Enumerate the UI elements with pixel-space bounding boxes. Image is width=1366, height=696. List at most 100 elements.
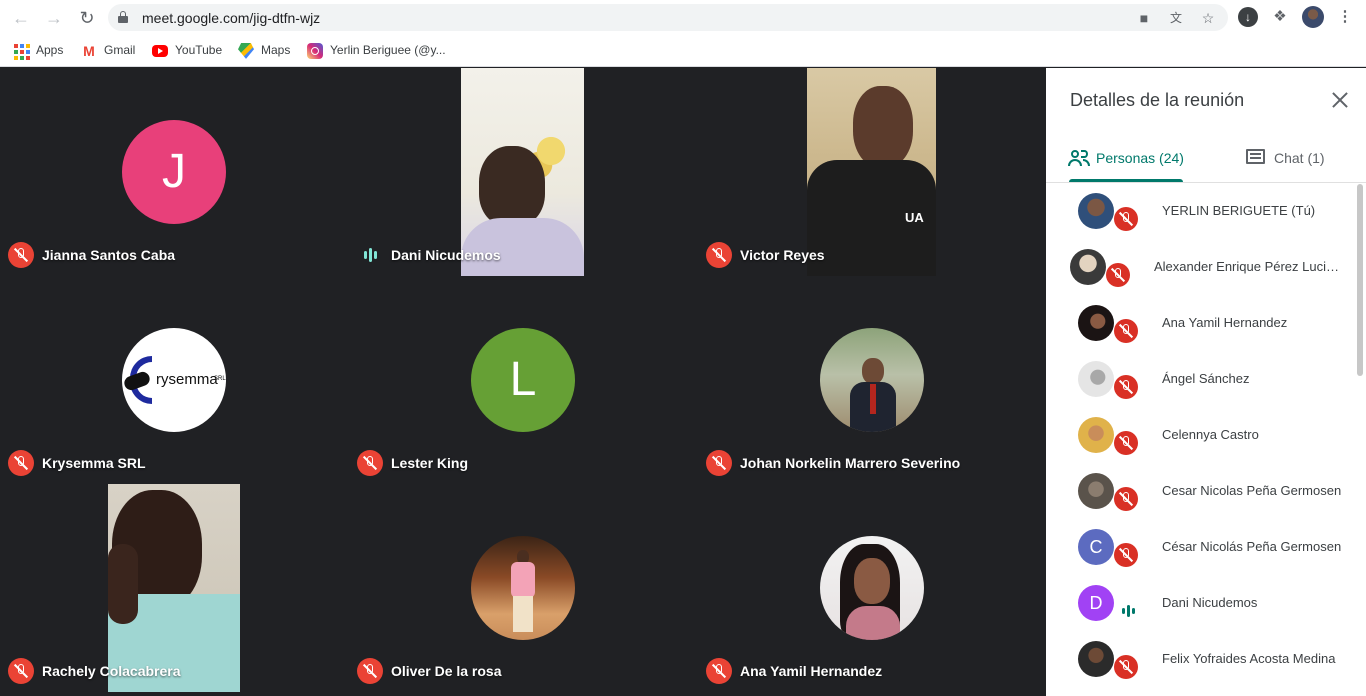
participant-name-row: Oliver De la rosa — [357, 658, 502, 684]
participant-tile[interactable]: UA Victor Reyes — [698, 68, 1046, 276]
participant-name: Cesar Nicolas Peña Germosen — [1162, 483, 1342, 498]
participant-tile[interactable]: J Jianna Santos Caba — [0, 68, 348, 276]
participant-name-row: Victor Reyes — [706, 242, 825, 268]
mic-off-icon — [1114, 431, 1138, 455]
participant-name: Felix Yofraides Acosta Medina — [1162, 651, 1336, 666]
participant-tile[interactable]: Rachely Colacabrera — [0, 484, 348, 692]
participant-name: César Nicolás Peña Germosen — [1162, 539, 1342, 554]
bookmark-apps[interactable]: Apps — [13, 42, 63, 60]
participant-avatar: J — [122, 120, 226, 224]
tab-people[interactable]: Personas (24) — [1068, 146, 1184, 170]
speaking-indicator-icon — [1118, 601, 1138, 621]
forward-arrow-icon[interactable]: → — [43, 7, 65, 29]
star-icon[interactable]: ☆ — [1200, 10, 1216, 26]
bookmark-youtube[interactable]: YouTube — [152, 42, 222, 60]
participant-name: Ana Yamil Hernandez — [740, 663, 883, 679]
participant-video: UA — [807, 68, 936, 276]
participant-avatar — [1078, 361, 1114, 397]
mic-off-icon — [8, 450, 34, 476]
participant-tile[interactable]: L Lester King — [349, 276, 697, 484]
participant-avatar — [471, 536, 575, 640]
reload-icon[interactable]: ↻ — [76, 7, 98, 29]
bookmark-maps[interactable]: Maps — [238, 42, 290, 60]
participant-name: Ana Yamil Hernandez — [1162, 315, 1288, 330]
participant-name: Dani Nicudemos — [391, 247, 501, 263]
list-item[interactable]: Cesar Nicolas Peña Germosen — [1068, 463, 1356, 519]
mic-off-icon — [706, 450, 732, 476]
participant-avatar: rysemma SRL — [122, 328, 226, 432]
tab-chat[interactable]: Chat (1) — [1246, 146, 1325, 170]
bookmarks-bar: Apps M Gmail YouTube Maps Yerlin Beriguee… — [0, 35, 1366, 67]
meeting-grid: J Jianna Santos Caba Dani Nicudemos UA V… — [0, 68, 1046, 696]
youtube-icon — [152, 44, 168, 57]
list-item[interactable]: Ángel Sánchez — [1068, 351, 1356, 407]
instagram-icon — [307, 42, 323, 59]
list-item[interactable]: Celennya Castro — [1068, 407, 1356, 463]
participant-avatar: L — [471, 328, 575, 432]
list-item[interactable]: C César Nicolás Peña Germosen — [1068, 519, 1356, 575]
extensions-puzzle-icon[interactable]: ❖ — [1269, 6, 1291, 28]
list-item[interactable]: YERLIN BERIGUETE (Tú) — [1068, 183, 1356, 239]
participant-name-row: Jianna Santos Caba — [8, 242, 175, 268]
participant-tile[interactable]: Dani Nicudemos — [349, 68, 697, 276]
participant-name: Dani Nicudemos — [1162, 595, 1258, 610]
mic-off-icon — [357, 450, 383, 476]
participant-name: YERLIN BERIGUETE (Tú) — [1162, 203, 1316, 218]
participant-name: Ángel Sánchez — [1162, 371, 1250, 386]
participant-avatar: D — [1078, 585, 1114, 621]
participant-avatar — [1078, 473, 1114, 509]
people-icon — [1068, 149, 1090, 167]
participant-avatar — [1078, 641, 1114, 677]
participant-name: Jianna Santos Caba — [42, 247, 176, 263]
mic-off-icon — [8, 658, 34, 684]
participant-avatar — [1070, 249, 1106, 285]
mic-off-icon — [1114, 655, 1138, 679]
menu-dots-icon[interactable]: ⋮ — [1334, 6, 1356, 28]
mic-off-icon — [706, 658, 732, 684]
bookmark-gmail[interactable]: M Gmail — [81, 42, 135, 60]
participant-tile[interactable]: rysemma SRL Krysemma SRL — [0, 276, 348, 484]
participant-name: Alexander Enrique Pérez Luciano — [1154, 259, 1346, 274]
back-arrow-icon[interactable]: ← — [10, 7, 32, 29]
participant-avatar — [820, 536, 924, 640]
mic-off-icon — [8, 242, 34, 268]
mic-off-icon — [357, 658, 383, 684]
mic-off-icon — [1114, 207, 1138, 231]
participant-tile[interactable]: Ana Yamil Hernandez — [698, 484, 1046, 692]
gmail-icon: M — [83, 42, 95, 59]
participant-avatar — [1078, 417, 1114, 453]
participant-name-row: Dani Nicudemos — [357, 242, 501, 268]
address-bar[interactable]: meet.google.com/jig-dtfn-wjz ■ 文 ☆ — [108, 4, 1228, 31]
meeting-details-panel: Detalles de la reunión Personas (24) Cha… — [1046, 68, 1366, 696]
scrollbar[interactable] — [1357, 184, 1363, 376]
participant-name: Rachely Colacabrera — [42, 663, 181, 679]
speaking-indicator-icon — [357, 242, 383, 268]
list-item[interactable]: Felix Yofraides Acosta Medina — [1068, 631, 1356, 687]
list-item[interactable]: Alexander Enrique Pérez Luciano — [1068, 239, 1356, 295]
participant-name-row: Lester King — [357, 450, 468, 476]
chat-icon — [1246, 149, 1266, 167]
profile-avatar[interactable] — [1302, 6, 1324, 28]
list-item[interactable]: Ana Yamil Hernandez — [1068, 295, 1356, 351]
participant-avatar: C — [1078, 529, 1114, 565]
url-text[interactable]: meet.google.com/jig-dtfn-wjz — [142, 10, 320, 26]
browser-toolbar: ← → ↻ meet.google.com/jig-dtfn-wjz ■ 文 ☆… — [0, 0, 1366, 35]
participant-tile[interactable]: Oliver De la rosa — [349, 484, 697, 692]
krysemma-logo — [122, 356, 154, 404]
list-item[interactable]: D Dani Nicudemos — [1068, 575, 1356, 631]
mic-off-icon — [706, 242, 732, 268]
camera-icon[interactable]: ■ — [1136, 10, 1152, 26]
people-list: YERLIN BERIGUETE (Tú) Alexander Enrique … — [1068, 183, 1356, 696]
close-icon[interactable] — [1328, 88, 1352, 112]
download-icon[interactable]: ↓ — [1238, 7, 1258, 27]
panel-title: Detalles de la reunión — [1070, 90, 1245, 110]
bookmark-instagram[interactable]: Yerlin Beriguee (@y... — [307, 42, 446, 60]
participant-avatar — [1078, 305, 1114, 341]
mic-off-icon — [1114, 543, 1138, 567]
participant-tile[interactable]: Johan Norkelin Marrero Severino — [698, 276, 1046, 484]
participant-name: Victor Reyes — [740, 247, 825, 263]
maps-icon — [238, 42, 254, 59]
mic-off-icon — [1114, 375, 1138, 399]
participant-name-row: Rachely Colacabrera — [8, 658, 181, 684]
translate-icon[interactable]: 文 — [1168, 10, 1184, 26]
